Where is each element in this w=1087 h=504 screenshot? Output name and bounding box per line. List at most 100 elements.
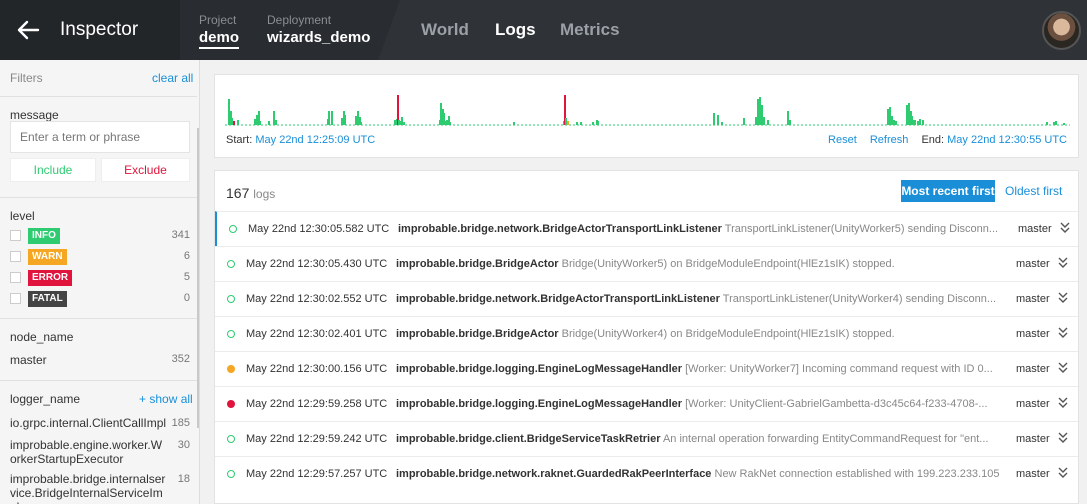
log-message: TransportLinkListener(UnityWorker5) send… [724, 223, 999, 235]
start-label: Start: [226, 134, 253, 146]
histogram-bar [273, 111, 275, 125]
log-logger: improbable.bridge.logging.EngineLogMessa… [396, 398, 683, 410]
expand-chevron-icon[interactable] [1058, 292, 1068, 304]
sidebar-scrollbar[interactable] [197, 128, 199, 428]
show-all-link[interactable]: + show all [139, 392, 193, 406]
expand-chevron-icon[interactable] [1058, 257, 1068, 269]
end-value[interactable]: May 22nd 12:30:55 UTC [947, 134, 1067, 146]
message-filter-title: message [10, 108, 59, 122]
deployment-value[interactable]: wizards_demo [267, 29, 370, 46]
log-logger: improbable.bridge.BridgeActor [396, 328, 559, 340]
log-worker: master [1014, 223, 1052, 235]
exclude-button[interactable]: Exclude [101, 158, 190, 182]
log-logger: improbable.bridge.BridgeActor [396, 258, 559, 270]
reset-link[interactable]: Reset [828, 134, 857, 146]
log-timestamp: May 22nd 12:30:00.156 UTC [246, 363, 388, 375]
expand-chevron-icon[interactable] [1058, 327, 1068, 339]
logger-option[interactable]: io.grpc.internal.ClientCallImpl 185 [10, 416, 190, 430]
log-row[interactable]: May 22nd 12:29:57.257 UTC improbable.brid… [215, 456, 1078, 491]
project-selector[interactable]: Project demo [199, 13, 240, 49]
log-worker: master [1012, 258, 1050, 270]
deployment-selector[interactable]: Deployment wizards_demo [267, 13, 370, 46]
logger-name-filter-title: logger_name [10, 392, 81, 406]
histogram-bar [1053, 122, 1055, 125]
include-button[interactable]: Include [10, 158, 96, 182]
node-name-filter-title: node_name [10, 330, 74, 344]
node-name: master [10, 353, 47, 367]
level-count: 5 [183, 271, 190, 283]
start-value[interactable]: May 22nd 12:25:09 UTC [255, 134, 375, 146]
level-checkbox[interactable] [10, 272, 21, 283]
histogram-bar [919, 119, 921, 125]
level-checkbox[interactable] [10, 293, 21, 304]
histogram-bar [446, 120, 448, 125]
log-text: improbable.bridge.network.BridgeActorTra… [398, 223, 1010, 235]
log-row[interactable]: May 22nd 12:30:00.156 UTC improbable.brid… [215, 351, 1078, 386]
log-row[interactable]: May 22nd 12:29:59.258 UTC improbable.brid… [215, 386, 1078, 421]
logger-option[interactable]: improbable.engine.worker.WorkerStartupEx… [10, 438, 190, 466]
log-row[interactable]: May 22nd 12:30:05.430 UTC improbable.brid… [215, 246, 1078, 281]
log-row[interactable]: May 22nd 12:30:02.552 UTC improbable.brid… [215, 281, 1078, 316]
expand-chevron-icon[interactable] [1060, 222, 1070, 234]
histogram-bar [908, 103, 910, 125]
filters-sidebar: Filters clear all message Include Exclud… [0, 60, 200, 504]
histogram-bar [917, 121, 919, 125]
level-count: 341 [171, 229, 190, 241]
level-info-icon [229, 225, 237, 233]
logger-count: 185 [171, 417, 190, 429]
refresh-link[interactable]: Refresh [870, 134, 909, 146]
log-message: An internal operation forwarding EntityC… [662, 433, 989, 445]
level-option-warn[interactable]: WARN 6 [10, 248, 190, 266]
level-checkbox[interactable] [10, 230, 21, 241]
log-histogram[interactable] [225, 85, 1070, 127]
log-row[interactable]: May 22nd 12:30:02.401 UTC improbable.brid… [215, 316, 1078, 351]
histogram-bar [394, 120, 396, 125]
log-timestamp: May 22nd 12:30:05.582 UTC [248, 223, 390, 235]
histogram-bar [440, 103, 442, 125]
histogram-bar [357, 111, 359, 125]
nav-logs[interactable]: Logs [495, 20, 536, 40]
nav-world[interactable]: World [421, 20, 469, 40]
level-option-fatal[interactable]: FATAL 0 [10, 290, 190, 308]
log-worker: master [1012, 433, 1050, 445]
message-search-input[interactable] [10, 121, 190, 153]
project-value[interactable]: demo [199, 29, 240, 49]
log-timestamp: May 22nd 12:29:59.242 UTC [246, 433, 388, 445]
expand-chevron-icon[interactable] [1058, 362, 1068, 374]
histogram-bar [912, 120, 914, 125]
log-message: Bridge(UnityWorker4) on BridgeModuleEndp… [561, 328, 895, 340]
sort-most-recent-button[interactable]: Most recent first [901, 180, 995, 202]
log-text: improbable.bridge.logging.EngineLogMessa… [396, 363, 1008, 375]
node-option-master[interactable]: master 352 [10, 353, 190, 367]
histogram-bar [889, 107, 891, 125]
histogram-bar [713, 113, 715, 125]
log-row[interactable]: May 22nd 12:29:59.242 UTC improbable.brid… [215, 421, 1078, 456]
level-option-error[interactable]: ERROR 5 [10, 269, 190, 287]
expand-chevron-icon[interactable] [1058, 397, 1068, 409]
log-message: TransportLinkListener(UnityWorker4) send… [722, 293, 997, 305]
expand-chevron-icon[interactable] [1058, 467, 1068, 479]
log-text: improbable.bridge.network.BridgeActorTra… [396, 293, 1008, 305]
level-info-icon [227, 435, 235, 443]
project-label: Project [199, 13, 237, 27]
level-option-info[interactable]: INFO 341 [10, 227, 190, 245]
logger-name: io.grpc.internal.ClientCallImpl [10, 416, 167, 430]
expand-chevron-icon[interactable] [1058, 432, 1068, 444]
divider [0, 318, 197, 319]
clear-all-link[interactable]: clear all [152, 71, 193, 85]
back-arrow-icon[interactable] [16, 18, 40, 42]
level-checkbox[interactable] [10, 251, 21, 262]
logger-option[interactable]: improbable.bridge.internalservice.Bridge… [10, 472, 190, 504]
nav-metrics[interactable]: Metrics [560, 20, 620, 40]
level-count: 6 [183, 250, 190, 262]
histogram-panel: Start: May 22nd 12:25:09 UTC Reset Refre… [214, 74, 1079, 158]
histogram-bar [403, 122, 405, 125]
log-timestamp: May 22nd 12:29:57.257 UTC [246, 468, 388, 480]
logger-count: 30 [177, 439, 190, 451]
histogram-bar [891, 116, 893, 125]
divider [0, 96, 197, 97]
histogram-bar [755, 117, 757, 125]
sort-oldest-button[interactable]: Oldest first [1005, 184, 1062, 198]
avatar[interactable] [1042, 11, 1081, 50]
log-row[interactable]: May 22nd 12:30:05.582 UTC improbable.brid… [215, 211, 1078, 246]
